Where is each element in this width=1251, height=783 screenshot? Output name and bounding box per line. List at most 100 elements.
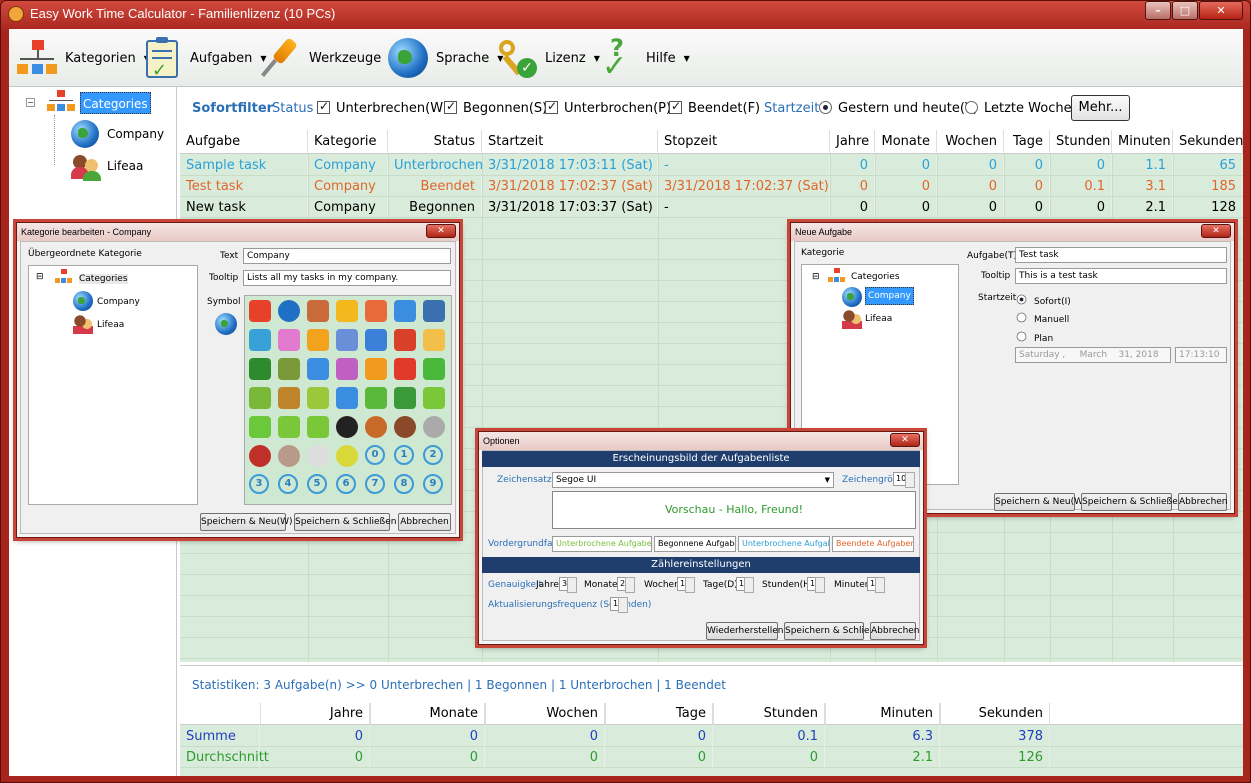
start-plan[interactable]: Plan	[1015, 330, 1053, 344]
text-field[interactable]: Company	[243, 248, 451, 264]
close-button[interactable]: ✕	[426, 224, 456, 238]
filter-beendet[interactable]: Beendet(F)	[669, 99, 760, 116]
checkbox-icon[interactable]	[317, 99, 330, 114]
time-picker[interactable]: 17:13:10	[1175, 347, 1227, 363]
start-sofort[interactable]: Sofort(I)	[1015, 293, 1071, 307]
monitor-icon[interactable]	[394, 300, 416, 322]
toolbar-aufgaben[interactable]: ✓ Aufgaben ▼	[140, 29, 267, 87]
radio-icon[interactable]	[1016, 312, 1027, 323]
star-icon[interactable]	[336, 300, 358, 322]
table-row[interactable]: Test task Company Beendet 3/31/2018 17:02:3…	[180, 176, 1243, 197]
people-icon[interactable]	[307, 300, 329, 322]
radio-icon[interactable]	[819, 101, 832, 114]
precision-stepper[interactable]: 1	[677, 577, 695, 593]
refresh-stepper[interactable]: 1	[610, 597, 628, 613]
column-header[interactable]: Status	[388, 130, 482, 154]
parent-category-tree[interactable]: ⊟ Categories Company Lifeaa	[28, 265, 198, 505]
table-row[interactable]: New task Company Begonnen 3/31/2018 17:03:3…	[180, 197, 1243, 218]
tree-icon[interactable]	[394, 387, 416, 409]
cherries-icon[interactable]	[249, 445, 271, 467]
maximize-button[interactable]: □	[1172, 1, 1198, 20]
filter-unterbrochen[interactable]: Unterbrochen(P)	[545, 99, 671, 116]
calendar-icon[interactable]	[336, 329, 358, 351]
checkbox-icon[interactable]	[545, 99, 558, 114]
filter-gestern-heute[interactable]: Gestern und heute(Y)	[819, 101, 978, 116]
football-icon[interactable]	[394, 416, 416, 438]
number-0-icon[interactable]: 0	[365, 445, 385, 465]
filter-begonnen[interactable]: Begonnen(S)	[444, 99, 547, 116]
number-4-icon[interactable]: 4	[278, 474, 298, 494]
golf-ball-icon[interactable]	[307, 445, 329, 467]
save-close-button[interactable]: Speichern & Schließen	[1081, 493, 1183, 511]
arrow-up-icon[interactable]	[249, 416, 271, 438]
tree-item-categories[interactable]: Categories	[79, 274, 128, 284]
toolbar-sprache[interactable]: Sprache ▼	[386, 29, 503, 87]
number-3-icon[interactable]: 3	[249, 474, 269, 494]
table-row[interactable]: Sample task Company Unterbrochen 3/31/2018 …	[180, 155, 1243, 176]
tooltip-field[interactable]: Lists all my tasks in my company.	[243, 270, 451, 286]
fg-color-swatch[interactable]: Begonnene Aufgaben(T)	[654, 536, 736, 552]
tennis-ball-icon[interactable]	[336, 445, 358, 467]
checkbox-icon[interactable]	[669, 99, 682, 114]
volleyball-icon[interactable]	[423, 416, 445, 438]
number-9-icon[interactable]: 9	[423, 474, 443, 494]
notepad-icon[interactable]	[365, 329, 387, 351]
task-field[interactable]: Test task	[1015, 247, 1227, 263]
symbol-grid[interactable]: 012 3456789	[244, 295, 452, 505]
org-chart-icon[interactable]	[249, 300, 271, 322]
tag-icon[interactable]	[249, 387, 271, 409]
tree-item-lifeaa[interactable]: Lifeaa	[97, 320, 124, 330]
flag-pink-icon[interactable]	[336, 358, 358, 380]
column-header[interactable]: Stunden	[1050, 130, 1112, 154]
tree-item-categories[interactable]: Categories	[80, 92, 151, 114]
cancel-button[interactable]: Abbrechen	[1178, 493, 1228, 511]
arrow-down-icon[interactable]	[423, 387, 445, 409]
number-1-icon[interactable]: 1	[394, 445, 414, 465]
info-icon[interactable]	[365, 387, 387, 409]
fg-color-swatch[interactable]: Unterbrochene Aufgaben(S)	[552, 536, 652, 552]
more-button[interactable]: Mehr...	[1071, 95, 1130, 121]
precision-stepper[interactable]: 3	[559, 577, 577, 593]
toolbar-lizenz[interactable]: ✓ Lizenz ▼	[495, 29, 600, 87]
flag-blue-icon[interactable]	[307, 358, 329, 380]
toolbar-hilfe[interactable]: ? ✓ Hilfe ▼	[596, 29, 690, 87]
column-header[interactable]: Aufgabe	[180, 130, 308, 154]
book-icon[interactable]	[249, 358, 271, 380]
tree-item-company[interactable]: Company	[865, 287, 914, 305]
number-6-icon[interactable]: 6	[336, 474, 356, 494]
column-header[interactable]: Sekunden	[1173, 130, 1243, 154]
column-header[interactable]: Startzeit	[482, 130, 658, 154]
film-icon[interactable]	[336, 387, 358, 409]
tree-item-lifeaa[interactable]: Lifeaa	[865, 314, 892, 324]
tooltip-field[interactable]: This is a test task	[1015, 268, 1227, 284]
title-bar[interactable]: Easy Work Time Calculator - Familienlize…	[0, 0, 1251, 28]
number-2-icon[interactable]: 2	[423, 445, 443, 465]
column-header[interactable]: Tage	[1004, 130, 1050, 154]
radio-icon[interactable]	[1016, 294, 1027, 305]
radio-icon[interactable]	[965, 101, 978, 114]
airplane-icon[interactable]	[249, 329, 271, 351]
gift-icon[interactable]	[278, 329, 300, 351]
number-8-icon[interactable]: 8	[394, 474, 414, 494]
toolbar-werkzeuge[interactable]: Werkzeuge▼	[259, 29, 395, 87]
restore-button[interactable]: Wiederherstellen	[706, 622, 783, 640]
pencil-icon[interactable]	[278, 387, 300, 409]
checkmark-icon[interactable]	[365, 300, 387, 322]
speech-bubble-icon[interactable]	[307, 329, 329, 351]
music-icon[interactable]	[307, 387, 329, 409]
basketball-icon[interactable]	[365, 416, 387, 438]
close-button[interactable]: ✕	[1199, 1, 1243, 20]
column-header[interactable]: Stopzeit	[658, 130, 830, 154]
column-header[interactable]: Monate	[875, 130, 937, 154]
flag-green-icon[interactable]	[423, 358, 445, 380]
number-5-icon[interactable]: 5	[307, 474, 327, 494]
font-select[interactable]: Segoe UI ▼	[552, 472, 834, 488]
fg-color-swatch[interactable]: Beendete Aufgaben(K)	[832, 536, 914, 552]
precision-stepper[interactable]: 1	[807, 577, 825, 593]
save-new-button[interactable]: Speichern & Neu(W)	[994, 493, 1087, 511]
save-close-button[interactable]: Speichern & Schließen	[784, 622, 886, 640]
arrow-right-icon[interactable]	[307, 416, 329, 438]
radio-icon[interactable]	[1016, 331, 1027, 342]
chart-icon[interactable]	[278, 358, 300, 380]
number-7-icon[interactable]: 7	[365, 474, 385, 494]
